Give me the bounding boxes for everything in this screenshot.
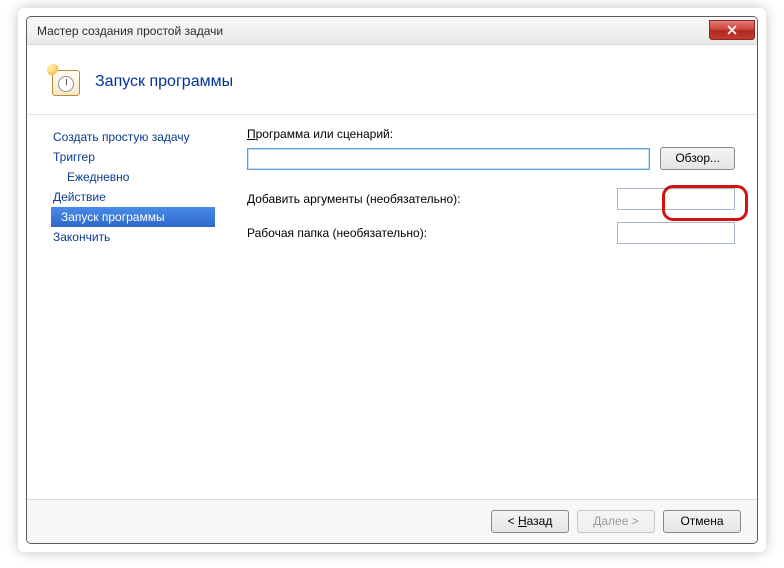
cancel-button[interactable]: Отмена <box>663 510 741 533</box>
header: Запуск программы <box>27 45 757 115</box>
wizard-steps-sidebar: Создать простую задачу Триггер Ежедневно… <box>27 127 219 499</box>
next-button[interactable]: Далее > <box>577 510 655 533</box>
back-button[interactable]: < Назад <box>491 510 569 533</box>
sidebar-item-finish[interactable]: Закончить <box>49 227 219 247</box>
footer: < Назад Далее > Отмена <box>27 499 757 543</box>
program-script-label: Программа или сценарий: <box>247 127 735 141</box>
task-scheduler-icon <box>49 66 81 98</box>
sidebar-item-create-basic-task[interactable]: Создать простую задачу <box>49 127 219 147</box>
sidebar-item-trigger[interactable]: Триггер <box>49 147 219 167</box>
wizard-window: Мастер создания простой задачи Запуск пр… <box>26 16 758 544</box>
page-title: Запуск программы <box>95 73 233 91</box>
content-pane: Программа или сценарий: Обзор... Добавит… <box>219 127 757 499</box>
program-script-input[interactable] <box>247 148 650 170</box>
workdir-input[interactable] <box>617 222 735 244</box>
arguments-label: Добавить аргументы (необязательно): <box>247 192 617 206</box>
browse-button[interactable]: Обзор... <box>660 147 735 170</box>
close-button[interactable] <box>709 20 755 40</box>
sidebar-item-start-program[interactable]: Запуск программы <box>51 207 215 227</box>
body: Создать простую задачу Триггер Ежедневно… <box>27 115 757 499</box>
titlebar: Мастер создания простой задачи <box>27 17 757 45</box>
sidebar-item-action[interactable]: Действие <box>49 187 219 207</box>
close-icon <box>727 25 737 35</box>
sidebar-item-daily[interactable]: Ежедневно <box>49 167 219 187</box>
arguments-input[interactable] <box>617 188 735 210</box>
workdir-label: Рабочая папка (необязательно): <box>247 226 617 240</box>
window-title: Мастер создания простой задачи <box>37 24 223 38</box>
